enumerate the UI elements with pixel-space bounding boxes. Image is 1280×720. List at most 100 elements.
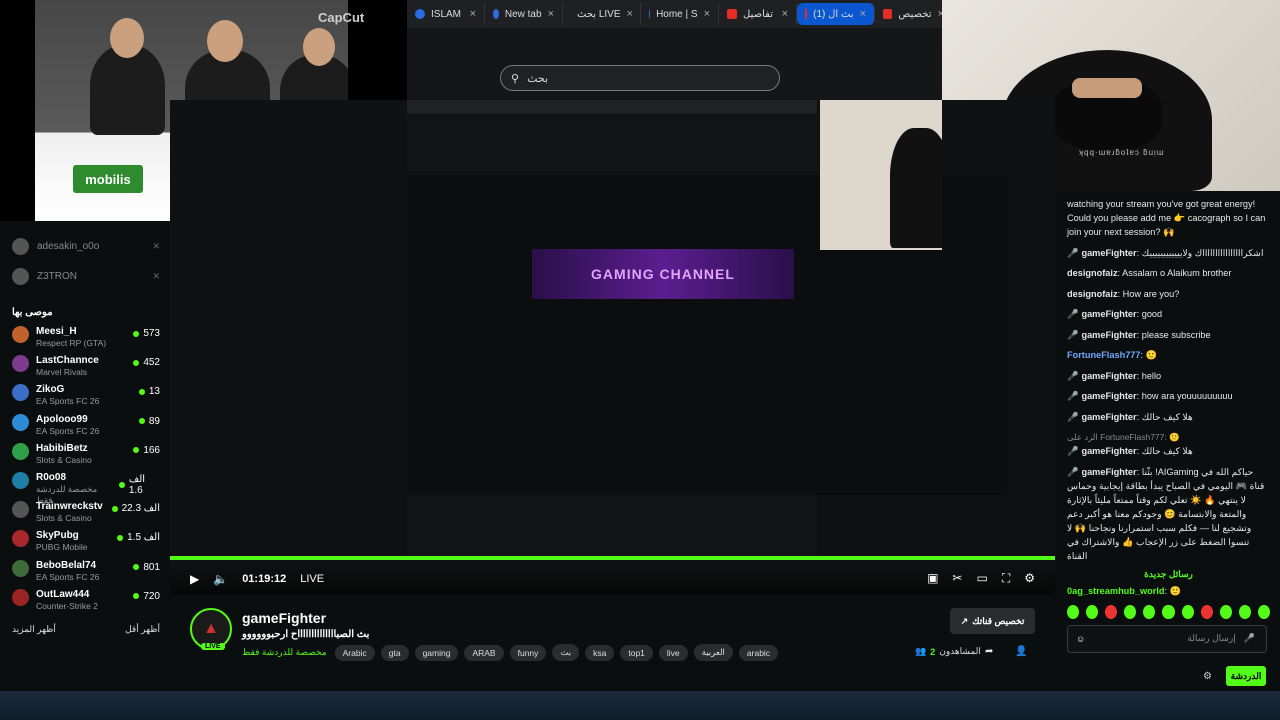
follow-icon[interactable]: 👤 [1015,646,1027,657]
mic-icon: 🎤 [1067,247,1079,258]
pip-icon[interactable]: ▣ [927,571,938,586]
play-icon[interactable]: ▶ [190,572,199,586]
clip-icon[interactable]: ✂ [952,571,962,586]
streamer-name: HabibiBetz [36,442,88,454]
emoji-icon[interactable]: ☺ [1076,634,1085,644]
emote-icon[interactable] [1200,604,1213,619]
share-icon[interactable]: ➦ [985,646,993,657]
chat-panel: watching your stream you've got great en… [1055,191,1280,691]
browser-tab[interactable]: تخصيص × [875,3,942,25]
stream-tag[interactable]: arabic [738,644,779,661]
emote-icon[interactable] [1086,604,1099,619]
chat-username[interactable]: gameFighter [1081,446,1136,456]
sidebar-streamer[interactable]: Apolooo99 EA Sports FC 26 89 [12,413,160,443]
close-icon[interactable]: × [627,8,633,20]
chat-username[interactable]: designofaiz [1067,289,1118,299]
sidebar-streamer[interactable]: R0o08 مخصصة للدردشة فقط الف 1.6 [12,471,160,505]
stream-tag[interactable]: gaming [414,644,459,661]
viewer-number: 720 [143,590,160,602]
chat-username[interactable]: FortuneFlash777 [1067,350,1141,360]
search-icon: ⚲ [511,72,520,85]
browser-tab-label: (1) بث ال [813,8,854,20]
emote-icon[interactable] [1105,604,1118,619]
chat-input[interactable]: ☺ إرسال رسالة 🎤 [1067,624,1267,653]
sidebar-streamer[interactable]: LastChannce Marvel Rivals 452 [12,355,160,384]
chat-username[interactable]: gameFighter [1081,330,1136,340]
category-link[interactable]: مخصصة للدردشة فقط [242,647,327,658]
chat-username[interactable]: gameFighter [1081,391,1136,401]
chat-send-button[interactable]: الدردشة [1226,666,1266,686]
close-icon[interactable]: × [704,8,710,20]
browser-tab[interactable]: بحث LIVE × [563,3,641,25]
close-icon[interactable]: × [470,8,476,20]
chat-text: How are you? [1122,288,1180,299]
theater-icon[interactable]: ▭ [976,571,987,586]
stream-tag[interactable]: live [658,644,688,661]
sidebar-streamer[interactable]: ZikoG EA Sports FC 26 13 [12,384,160,413]
stream-tag[interactable]: funny [509,644,547,661]
sidebar-streamer[interactable]: OutLaw444 Counter-Strike 2 720 [12,588,160,618]
mic-icon: 🎤 [1067,391,1079,401]
customize-channel-button[interactable]: ↗ تخصيص قناتك [950,608,1035,634]
chat-username[interactable]: gameFighter [1081,467,1136,477]
emote-icon[interactable] [1181,604,1194,619]
stream-tag[interactable]: gta [380,644,409,661]
chat-username[interactable]: gameFighter [1081,248,1136,258]
browser-tab[interactable]: Home | S × [641,3,719,25]
channel-name[interactable]: gameFighter [242,610,326,626]
stream-tag[interactable]: ksa [585,644,615,661]
chat-settings-icon[interactable]: ⚙ [1203,671,1212,682]
chat-username[interactable]: gameFighter [1081,309,1136,319]
chat-username[interactable]: designofaiz [1067,268,1118,278]
show-less-link[interactable]: أظهر أقل [125,624,160,635]
settings-icon[interactable]: ⚙ [1024,571,1035,586]
sidebar-streamer[interactable]: HabibiBetz Slots & Casino 166 [12,442,160,472]
browser-tab[interactable]: (1) بث ال × [797,3,875,25]
streamer-name: LastChannce [36,355,99,367]
emote-icon[interactable] [1162,604,1175,619]
emote-icon[interactable] [1257,604,1271,619]
external-link-icon: ↗ [960,615,969,626]
streamer-name: Z3TRON [37,270,77,282]
stream-tag[interactable]: بث [552,644,580,661]
streamer-name: Trainwreckstv [36,501,103,513]
emote-bar [1067,604,1271,619]
desktop-bottom [0,691,1280,720]
fullscreen-icon[interactable]: ⛶ [1002,571,1010,586]
close-icon[interactable]: × [548,8,554,20]
close-icon[interactable]: × [860,8,866,20]
emote-icon[interactable] [1219,604,1232,619]
streamer-category: Respect RP (GTA) [36,338,107,348]
emote-icon[interactable] [1067,604,1080,619]
search-bar[interactable]: ⚲ بحث [500,65,780,91]
chat-text: hello [1141,370,1162,381]
chat-username[interactable]: gameFighter [1081,412,1136,422]
sidebar-offline-item[interactable]: Z3TRON ✕ [12,261,160,291]
sidebar-streamer[interactable]: SkyPubg PUBG Mobile الف 1.5 [12,530,160,559]
stream-progress-bar[interactable] [170,556,1055,560]
sidebar-offline-item[interactable]: adesakin_o0o ✕ [12,231,160,261]
stream-info: ▲ LIVE gameFighter بث الصباااااااااااااا… [170,596,1055,691]
stream-tag[interactable]: العربية [693,644,733,661]
chat-username[interactable]: gameFighter [1081,371,1136,381]
stream-player[interactable]: GAMING CHANNEL ▶ 🔈 01:19:12 LIVE ▣ ✂ ▭ ⛶… [170,100,1055,595]
browser-tab[interactable]: تفاصيل × [719,3,797,25]
close-icon[interactable]: × [782,8,788,20]
emote-icon[interactable] [1124,604,1137,619]
browser-tab-label: تخصيص [898,8,932,20]
chat-username[interactable]: 0ag_streamhub_world [1067,586,1165,596]
sidebar-streamer[interactable]: BeboBelal74 EA Sports FC 26 801 [12,559,160,589]
mute-icon[interactable]: 🔈 [213,572,228,586]
show-more-link[interactable]: أظهر المزيد [12,624,56,635]
emote-icon[interactable] [1238,604,1251,619]
sidebar-streamer[interactable]: Meesi_H Respect RP (GTA) 573 [12,326,160,355]
sidebar-streamer[interactable]: Trainwreckstv Slots & Casino الف 22.3 [12,501,160,530]
stream-tag[interactable]: Arabic [334,644,375,661]
stream-tag[interactable]: ARAB [464,644,504,661]
browser-tab[interactable]: New tab × [485,3,563,25]
stream-tag[interactable]: top1 [620,644,653,661]
new-messages-label[interactable]: رسائل جديدة [1067,569,1270,580]
chat-text: watching your stream you've got great en… [1067,199,1266,237]
emote-icon[interactable] [1143,604,1156,619]
browser-tab[interactable]: ISLAM × [407,3,485,25]
